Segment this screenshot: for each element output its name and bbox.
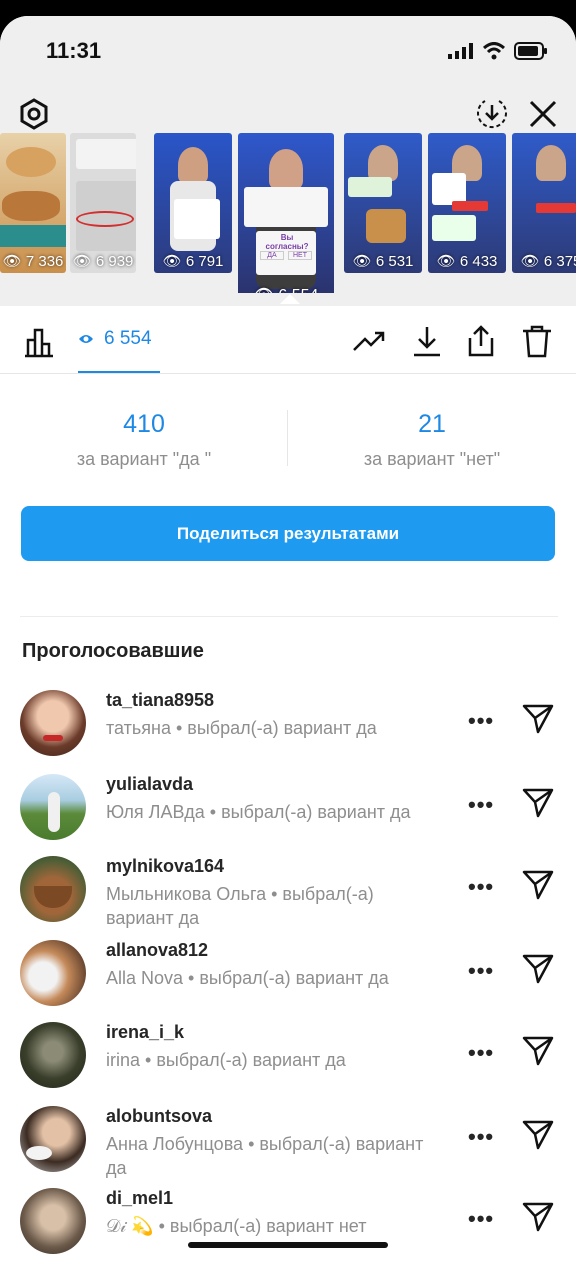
avatar[interactable] <box>20 856 86 922</box>
eye-icon <box>79 335 93 343</box>
view-count: 👁 6 531 <box>352 253 414 270</box>
trash-icon[interactable] <box>520 324 554 358</box>
voter-username[interactable]: mylnikova164 <box>106 856 224 877</box>
voter-subtitle: татьяна • выбрал(-а) вариант да <box>106 718 377 738</box>
story-thumbnails: 👁 7 336 👁 6 939 👁 6 791 Вы согласны? ДА … <box>0 133 576 293</box>
more-options-button[interactable]: ••• <box>468 708 494 734</box>
view-count: 👁 6 375 <box>520 253 576 270</box>
voter-subtitle: Анна Лобунцова • выбрал(-а) вариант да <box>106 1134 424 1178</box>
view-count: 👁 6 433 <box>436 253 498 270</box>
story-thumbnail[interactable]: 👁 7 336 <box>0 133 66 273</box>
more-options-button[interactable]: ••• <box>468 1040 494 1066</box>
screen: 11:31 👁 7 336 👁 6 939 👁 6 791 Вы согласн… <box>0 16 576 1280</box>
voter-username[interactable]: ta_tiana8958 <box>106 690 214 711</box>
story-selector-area: 11:31 👁 7 336 👁 6 939 👁 6 791 Вы согласн… <box>0 16 576 306</box>
share-icon[interactable] <box>464 324 498 358</box>
story-thumbnail[interactable]: 👁 6 939 <box>70 133 136 273</box>
wifi-icon <box>482 42 506 60</box>
voter-username[interactable]: di_mel1 <box>106 1188 173 1209</box>
story-thumbnail[interactable]: 👁 6 433 <box>428 133 506 273</box>
trending-icon[interactable] <box>352 324 386 358</box>
voter-username[interactable]: irena_i_k <box>106 1022 184 1043</box>
views-count: 6 554 <box>104 328 152 349</box>
voter-row[interactable]: yulialavda Юля ЛАВда • выбрал(-а) вариан… <box>0 774 576 854</box>
more-options-button[interactable]: ••• <box>468 958 494 984</box>
poll-question: Вы согласны? <box>265 233 309 251</box>
send-icon[interactable] <box>522 1118 554 1150</box>
result-yes-count: 410 <box>123 410 165 438</box>
status-icons <box>448 42 548 60</box>
more-options-button[interactable]: ••• <box>468 874 494 900</box>
more-options-button[interactable]: ••• <box>468 1206 494 1232</box>
story-thumbnail-selected[interactable]: Вы согласны? ДА НЕТ 👁 6 554 <box>238 133 334 293</box>
more-options-button[interactable]: ••• <box>468 1124 494 1150</box>
story-thumbnail[interactable]: 👁 6 375 <box>512 133 576 273</box>
tab-underline <box>78 371 160 373</box>
send-icon[interactable] <box>522 702 554 734</box>
section-divider <box>20 616 558 617</box>
selected-caret <box>280 294 300 304</box>
download-circle-icon[interactable] <box>474 96 510 132</box>
send-icon[interactable] <box>522 1034 554 1066</box>
voter-subtitle: Юля ЛАВда • выбрал(-а) вариант да <box>106 802 411 822</box>
voter-row[interactable]: di_mel1 𝒟𝒾 💫 • выбрал(-а) вариант нет ••… <box>0 1188 576 1268</box>
voter-row[interactable]: allanova812 Alla Nova • выбрал(-а) вариа… <box>0 940 576 1020</box>
status-time: 11:31 <box>46 38 102 63</box>
voter-subtitle: Alla Nova • выбрал(-а) вариант да <box>106 968 389 988</box>
battery-icon <box>514 42 547 60</box>
story-thumbnail[interactable]: 👁 6 531 <box>344 133 422 273</box>
avatar[interactable] <box>20 940 86 1006</box>
avatar[interactable] <box>20 690 86 756</box>
voter-subtitle: irina • выбрал(-а) вариант да <box>106 1050 346 1070</box>
more-options-button[interactable]: ••• <box>468 792 494 818</box>
voter-row[interactable]: mylnikova164 Мыльникова Ольга • выбрал(-… <box>0 856 576 936</box>
voter-row[interactable]: irena_i_k irina • выбрал(-а) вариант да … <box>0 1022 576 1102</box>
gear-icon[interactable] <box>16 96 52 132</box>
home-indicator[interactable] <box>188 1242 388 1248</box>
send-icon[interactable] <box>522 952 554 984</box>
send-icon[interactable] <box>522 786 554 818</box>
close-icon[interactable] <box>525 96 561 132</box>
voter-username[interactable]: allanova812 <box>106 940 208 961</box>
result-yes: 410 за вариант "да " <box>0 410 288 470</box>
share-results-button[interactable]: Поделиться результатами <box>21 506 555 561</box>
avatar[interactable] <box>20 1022 86 1088</box>
voter-subtitle: 𝒟𝒾 💫 • выбрал(-а) вариант нет <box>106 1216 367 1236</box>
result-no: 21 за вариант "нет" <box>288 410 576 470</box>
result-no-count: 21 <box>418 410 446 438</box>
views-tab[interactable]: 6 554 <box>78 328 152 350</box>
view-count: 👁 6 554 <box>238 285 334 293</box>
download-icon[interactable] <box>410 324 444 358</box>
avatar[interactable] <box>20 774 86 840</box>
voter-subtitle: Мыльникова Ольга • выбрал(-а) вариант да <box>106 884 374 928</box>
view-count: 👁 6 939 <box>72 253 134 270</box>
voter-username[interactable]: yulialavda <box>106 774 193 795</box>
bar-chart-icon[interactable] <box>22 324 56 358</box>
story-thumbnail[interactable]: 👁 6 791 <box>154 133 232 273</box>
signal-icon <box>448 43 473 59</box>
avatar[interactable] <box>20 1106 86 1172</box>
avatar[interactable] <box>20 1188 86 1254</box>
insights-toolbar: 6 554 <box>0 306 576 374</box>
send-icon[interactable] <box>522 1200 554 1232</box>
poll-results: 410 за вариант "да " 21 за вариант "нет" <box>0 396 576 486</box>
voter-row[interactable]: alobuntsova Анна Лобунцова • выбрал(-а) … <box>0 1106 576 1186</box>
poll-option-yes: ДА <box>260 251 284 260</box>
voters-title: Проголосовавшие <box>22 640 204 662</box>
send-icon[interactable] <box>522 868 554 900</box>
view-count: 👁 6 791 <box>162 253 224 270</box>
result-no-label: за вариант "нет" <box>363 449 501 469</box>
voter-username[interactable]: alobuntsova <box>106 1106 212 1127</box>
poll-option-no: НЕТ <box>288 251 312 260</box>
view-count: 👁 7 336 <box>2 253 64 270</box>
voter-row[interactable]: ta_tiana8958 татьяна • выбрал(-а) вариан… <box>0 690 576 770</box>
result-yes-label: за вариант "да " <box>76 449 212 469</box>
